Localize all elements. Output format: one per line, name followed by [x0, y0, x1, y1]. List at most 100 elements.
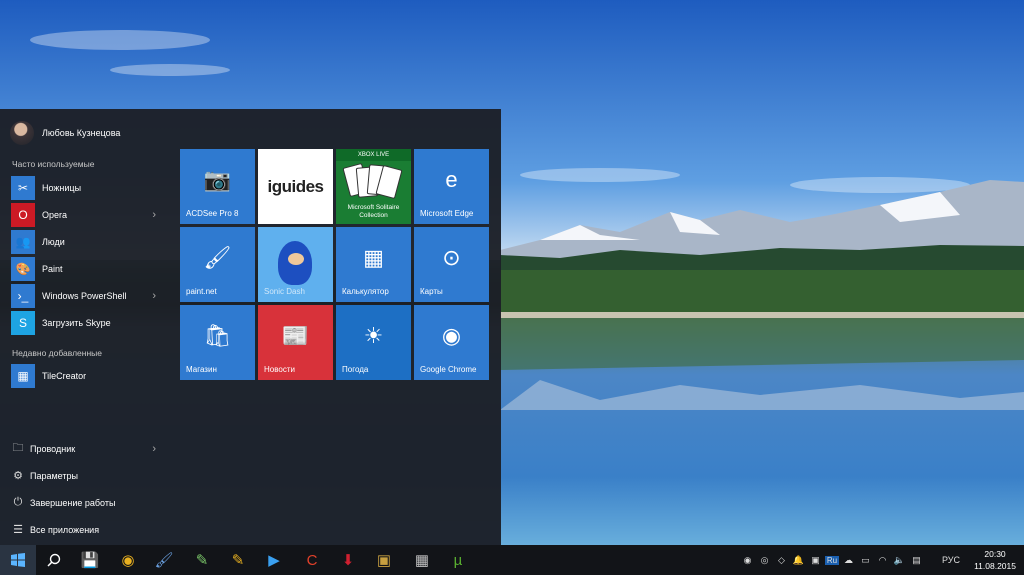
gear-icon: ⚙ — [13, 470, 23, 482]
app-label: Люди — [42, 236, 65, 247]
frequent-app-item[interactable]: ›_ Windows PowerShell › — [11, 282, 161, 309]
notification-bell-icon[interactable]: 🔔 — [791, 555, 806, 566]
list-icon: ☰ — [13, 524, 23, 536]
start-system-item[interactable]: 🗀 Проводник › — [11, 435, 161, 462]
frequent-app-item[interactable]: ✂ Ножницы — [11, 174, 161, 201]
file-explorer-icon: 🗀 — [12, 442, 24, 454]
sonic-face — [288, 253, 304, 265]
taskbar-pencil-button[interactable]: ✎ — [220, 545, 256, 575]
language-indicator[interactable]: РУС — [942, 545, 960, 575]
taskbar-notepad-button[interactable]: ✎ — [184, 545, 220, 575]
power-icon: ⏻ — [13, 496, 23, 508]
paint-icon: 🎨 — [11, 256, 35, 281]
taskbar-paintnet-button[interactable]: 🖌 — [146, 545, 182, 575]
system-item-label: Проводник — [30, 443, 76, 454]
opera-tray-icon[interactable]: ◉ — [740, 555, 755, 566]
taskbar-utorrent-button[interactable]: µ — [440, 545, 476, 575]
windows-logo-icon — [11, 553, 25, 567]
app-label: Paint — [42, 263, 63, 274]
app-label: Windows PowerShell — [42, 290, 127, 301]
start-system-item[interactable]: ⏻ Завершение работы — [11, 489, 161, 516]
tile-maps[interactable]: ⊙ Карты — [414, 227, 489, 302]
volume-icon[interactable]: 🔈 — [892, 555, 907, 566]
tile-chrome[interactable]: ◉ Google Chrome — [414, 305, 489, 380]
tile-label: Sonic Dash — [264, 287, 305, 296]
tile-calculator[interactable]: ▦ Калькулятор — [336, 227, 411, 302]
paintnet-icon: 🖌 — [154, 552, 174, 569]
frequent-apps-list: ✂ Ножницы O Opera › 👥 Люди 🎨 Paint ›_ Windows Powe… — [11, 174, 161, 336]
system-tray: ◉ ◎ ◇ 🔔 ▣ Ru ☁ ▭ ◠ 🔈 ▤ — [740, 545, 926, 575]
powershell-icon: ›_ — [11, 283, 35, 308]
tile-solitaire[interactable]: XBOX LIVE Microsoft Solitaire Collection — [336, 149, 411, 224]
tile-paintnet[interactable]: 🖌 paint.net — [180, 227, 255, 302]
chrome-icon: ◉ — [121, 552, 135, 569]
xbox-live-badge: XBOX LIVE — [336, 149, 411, 161]
live-tiles-grid: 📷 ACDSee Pro 8 iguides XBOX LIVE Microsoft S… — [180, 149, 490, 380]
paintnet-icon: 🖌 — [203, 245, 232, 270]
tile-news[interactable]: 📰 Новости — [258, 305, 333, 380]
system-item-label: Завершение работы — [30, 497, 116, 508]
tile-edge[interactable]: e Microsoft Edge — [414, 149, 489, 224]
frequent-app-item[interactable]: 🎨 Paint — [11, 255, 161, 282]
search-button[interactable] — [36, 545, 72, 575]
calculator-icon: ▦ — [414, 552, 430, 569]
chrome-tray-icon[interactable]: ◎ — [757, 555, 772, 566]
tile-label: Microsoft Edge — [420, 209, 474, 218]
app-label: Ножницы — [42, 182, 82, 193]
ru-badge-icon[interactable]: Ru — [825, 555, 839, 565]
tile-weather[interactable]: ☀ Погода — [336, 305, 411, 380]
taskbar-calculator-button[interactable]: ▦ — [404, 545, 440, 575]
frequent-app-item[interactable]: O Opera › — [11, 201, 161, 228]
recent-header: Недавно добавленные — [12, 348, 102, 358]
taskbar-monitor-button[interactable]: ▣ — [366, 545, 402, 575]
tilecreator-icon: ▦ — [11, 363, 35, 388]
wifi-icon[interactable]: ◠ — [875, 555, 890, 566]
tile-acdsee[interactable]: 📷 ACDSee Pro 8 — [180, 149, 255, 224]
battery-icon[interactable]: ▭ — [858, 555, 873, 566]
dropbox-icon[interactable]: ◇ — [774, 555, 789, 566]
people-icon: 👥 — [11, 229, 35, 254]
chevron-right-icon[interactable]: › — [152, 290, 156, 302]
tile-store[interactable]: 🛍 Магазин — [180, 305, 255, 380]
ccleaner-icon: C — [306, 551, 318, 569]
taskbar-ccleaner-button[interactable]: C — [294, 545, 330, 575]
taskbar-play-button[interactable]: ▶ — [256, 545, 292, 575]
cloud-icon[interactable]: ☁ — [841, 555, 856, 566]
frequent-app-item[interactable]: S Загрузить Skype — [11, 309, 161, 336]
iguides-logo: iguides — [267, 177, 324, 196]
start-button[interactable] — [0, 545, 36, 575]
utorrent-icon: µ — [453, 551, 463, 569]
tile-label: Калькулятор — [342, 287, 389, 296]
tile-label: ACDSee Pro 8 — [186, 209, 239, 218]
play-icon: ▶ — [268, 552, 280, 569]
tile-sonic-dash[interactable]: Sonic Dash — [258, 227, 333, 302]
user-account-button[interactable]: Любовь Кузнецова — [10, 121, 120, 145]
frequent-app-item[interactable]: 👥 Люди — [11, 228, 161, 255]
tile-label: Новости — [264, 365, 295, 374]
message-icon[interactable]: ▤ — [909, 555, 924, 566]
recent-app-item[interactable]: ▦ TileCreator — [11, 362, 161, 389]
start-system-item[interactable]: ☰ Все приложения — [11, 516, 161, 543]
tile-iguides[interactable]: iguides — [258, 149, 333, 224]
taskbar-save-disk-button[interactable]: 💾 — [72, 545, 108, 575]
acdsee-icon: 📷 — [203, 167, 232, 192]
downloader-icon: ⬇ — [341, 552, 355, 569]
clock[interactable]: 20:30 11.08.2015 — [974, 548, 1016, 572]
taskbar-chrome-button[interactable]: ◉ — [110, 545, 146, 575]
system-item-label: Параметры — [30, 470, 78, 481]
chevron-right-icon[interactable]: › — [152, 443, 156, 455]
maps-icon: ⊙ — [442, 245, 461, 270]
store-icon: 🛍 — [203, 323, 232, 348]
solitaire-icon — [342, 162, 403, 201]
app-label: TileCreator — [42, 370, 87, 381]
edge-icon: e — [445, 167, 458, 192]
scissors-icon: ✂ — [11, 175, 35, 200]
display-icon[interactable]: ▣ — [808, 555, 823, 566]
start-system-item[interactable]: ⚙ Параметры — [11, 462, 161, 489]
chevron-right-icon[interactable]: › — [152, 209, 156, 221]
tile-label: Магазин — [186, 365, 217, 374]
tile-label: Погода — [342, 365, 369, 374]
clock-time: 20:30 — [984, 549, 1006, 559]
taskbar-downloader-button[interactable]: ⬇ — [330, 545, 366, 575]
taskbar: 💾 ◉ 🖌 ✎ ✎ ▶ C ⬇ ▣ ▦ µ ◉ ◎ ◇ 🔔 ▣ Ru ☁ ▭ ◠ 🔈 ▤ РУС 20:30 11.08… — [0, 545, 1024, 575]
